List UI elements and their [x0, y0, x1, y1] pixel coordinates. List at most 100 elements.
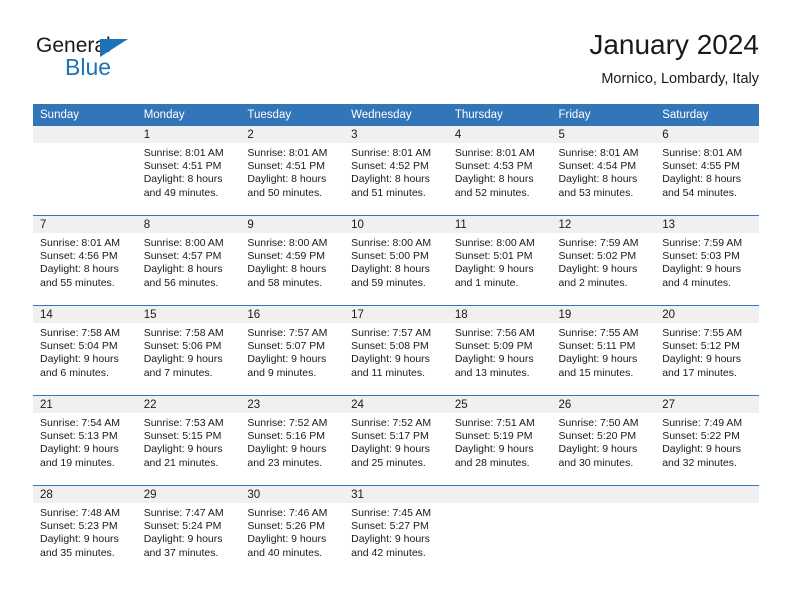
day-detail-sunset: Sunset: 5:04 PM	[40, 340, 118, 353]
day-detail-daylight-1: Daylight: 8 hours	[351, 173, 430, 186]
day-detail-sunset: Sunset: 5:09 PM	[454, 340, 533, 353]
calendar-day-cell[interactable]: 30 Sunrise: 7:46 AM Sunset: 5:26 PM Dayligh…	[240, 485, 345, 575]
day-detail-daylight-2: and 21 minutes.	[143, 456, 219, 469]
day-detail-daylight-1: Daylight: 9 hours	[247, 353, 327, 366]
calendar-day-cell[interactable]: 3 Sunrise: 8:01 AM Sunset: 4:52 PM Daylight…	[344, 126, 448, 216]
day-detail-daylight-2: and 19 minutes.	[40, 456, 115, 469]
calendar-day-cell[interactable]: 18 Sunrise: 7:56 AM Sunset: 5:09 PM Dayligh…	[447, 305, 552, 396]
calendar-day-cell[interactable]: 13 Sunrise: 7:59 AM Sunset: 5:03 PM Dayligh…	[655, 215, 759, 306]
day-detail-daylight-2: and 9 minutes.	[247, 366, 317, 379]
general-blue-logo[interactable]: General Blue	[36, 34, 236, 90]
day-cell-inner: 2 Sunrise: 8:01 AM Sunset: 4:51 PM Daylight…	[240, 126, 345, 215]
calendar-day-cell[interactable]: 11 Sunrise: 8:00 AM Sunset: 5:01 PM Dayligh…	[447, 215, 552, 306]
calendar-day-cell[interactable]: 12 Sunrise: 7:59 AM Sunset: 5:02 PM Dayligh…	[551, 215, 656, 306]
calendar-day-cell[interactable]: 7 Sunrise: 8:01 AM Sunset: 4:56 PM Daylight…	[33, 215, 137, 306]
calendar-day-cell[interactable]: 24 Sunrise: 7:52 AM Sunset: 5:17 PM Dayligh…	[344, 395, 448, 486]
calendar-day-cell[interactable]: 2 Sunrise: 8:01 AM Sunset: 4:51 PM Daylight…	[240, 126, 345, 216]
day-number	[447, 486, 552, 503]
day-number: 23	[240, 396, 345, 413]
day-cell-inner: 10 Sunrise: 8:00 AM Sunset: 5:00 PM Dayligh…	[344, 216, 448, 305]
day-detail-daylight-1: Daylight: 9 hours	[40, 443, 119, 456]
day-number	[655, 486, 759, 503]
calendar-day-cell[interactable]: 22 Sunrise: 7:53 AM Sunset: 5:15 PM Dayligh…	[136, 395, 241, 486]
calendar-day-cell[interactable]: 6 Sunrise: 8:01 AM Sunset: 4:55 PM Daylight…	[655, 126, 759, 216]
title-block: January 2024 Mornico, Lombardy, Italy	[589, 28, 759, 90]
day-cell-inner: 16 Sunrise: 7:57 AM Sunset: 5:07 PM Dayligh…	[240, 306, 345, 395]
calendar-day-cell[interactable]: 15 Sunrise: 7:58 AM Sunset: 5:06 PM Dayligh…	[136, 305, 241, 396]
calendar-day-cell[interactable]: 5 Sunrise: 8:01 AM Sunset: 4:54 PM Daylight…	[551, 126, 656, 216]
day-cell-inner: 9 Sunrise: 8:00 AM Sunset: 4:59 PM Daylight…	[240, 216, 345, 305]
day-detail-sunrise: Sunrise: 8:00 AM	[143, 237, 224, 249]
day-cell-inner: 29 Sunrise: 7:47 AM Sunset: 5:24 PM Dayligh…	[136, 486, 241, 575]
day-detail-sunrise: Sunrise: 7:52 AM	[247, 417, 328, 429]
calendar-day-cell[interactable]: 16 Sunrise: 7:57 AM Sunset: 5:07 PM Dayligh…	[240, 305, 345, 396]
day-detail-sunset: Sunset: 5:02 PM	[558, 250, 637, 263]
calendar-day-cell[interactable]: 28 Sunrise: 7:48 AM Sunset: 5:23 PM Dayligh…	[33, 485, 137, 575]
weekday-header-wednesday: Wednesday	[344, 104, 448, 126]
day-details: Sunrise: 7:51 AM Sunset: 5:19 PM Daylight:…	[448, 413, 552, 470]
calendar-day-cell[interactable]: 19 Sunrise: 7:55 AM Sunset: 5:11 PM Dayligh…	[551, 305, 656, 396]
day-cell-inner: 27 Sunrise: 7:49 AM Sunset: 5:22 PM Dayligh…	[655, 396, 759, 485]
day-cell-inner: 21 Sunrise: 7:54 AM Sunset: 5:13 PM Dayligh…	[33, 396, 137, 485]
day-number: 25	[447, 396, 552, 413]
day-detail-sunset: Sunset: 5:17 PM	[351, 430, 429, 443]
day-details: Sunrise: 7:59 AM Sunset: 5:03 PM Daylight:…	[655, 233, 759, 290]
day-detail-sunrise: Sunrise: 8:01 AM	[247, 147, 328, 159]
day-details: Sunrise: 8:01 AM Sunset: 4:52 PM Daylight:…	[344, 143, 448, 200]
page-header: General Blue January 2024 Mornico, Lomba…	[33, 28, 759, 96]
day-detail-sunrise: Sunrise: 8:01 AM	[351, 147, 432, 159]
day-cell-inner: 18 Sunrise: 7:56 AM Sunset: 5:09 PM Dayligh…	[447, 306, 552, 395]
day-detail-daylight-2: and 37 minutes.	[143, 546, 219, 559]
calendar-day-cell[interactable]: 8 Sunrise: 8:00 AM Sunset: 4:57 PM Daylight…	[136, 215, 241, 306]
day-detail-sunrise: Sunrise: 7:48 AM	[40, 507, 120, 519]
day-cell-inner: 26 Sunrise: 7:50 AM Sunset: 5:20 PM Dayligh…	[551, 396, 656, 485]
day-number: 22	[136, 396, 241, 413]
day-detail-sunrise: Sunrise: 8:00 AM	[351, 237, 432, 249]
calendar-day-cell[interactable]: 14 Sunrise: 7:58 AM Sunset: 5:04 PM Dayligh…	[33, 305, 137, 396]
day-details: Sunrise: 7:49 AM Sunset: 5:22 PM Daylight:…	[655, 413, 759, 470]
day-number: 1	[136, 126, 241, 143]
day-number: 6	[655, 126, 759, 143]
day-detail-daylight-2: and 40 minutes.	[247, 546, 323, 559]
calendar-day-cell[interactable]: 21 Sunrise: 7:54 AM Sunset: 5:13 PM Dayligh…	[33, 395, 137, 486]
day-detail-daylight-1: Daylight: 9 hours	[558, 353, 638, 366]
calendar-day-cell[interactable]: 23 Sunrise: 7:52 AM Sunset: 5:16 PM Dayligh…	[240, 395, 345, 486]
calendar-day-cell[interactable]: 26 Sunrise: 7:50 AM Sunset: 5:20 PM Dayligh…	[551, 395, 656, 486]
day-number: 31	[344, 486, 448, 503]
day-number: 5	[551, 126, 656, 143]
day-detail-sunset: Sunset: 5:06 PM	[143, 340, 222, 353]
day-details: Sunrise: 8:01 AM Sunset: 4:55 PM Daylight:…	[655, 143, 759, 200]
day-detail-sunrise: Sunrise: 7:53 AM	[143, 417, 224, 429]
day-cell-inner	[33, 126, 137, 215]
day-detail-sunrise: Sunrise: 8:00 AM	[247, 237, 328, 249]
day-details: Sunrise: 8:01 AM Sunset: 4:51 PM Daylight:…	[137, 143, 241, 200]
day-detail-daylight-1: Daylight: 9 hours	[454, 353, 534, 366]
calendar-day-cell[interactable]: 10 Sunrise: 8:00 AM Sunset: 5:00 PM Dayligh…	[344, 215, 448, 306]
calendar-day-cell[interactable]: 31 Sunrise: 7:45 AM Sunset: 5:27 PM Dayligh…	[344, 485, 448, 575]
calendar-day-cell[interactable]: 4 Sunrise: 8:01 AM Sunset: 4:53 PM Daylight…	[447, 126, 552, 216]
calendar-page: General Blue January 2024 Mornico, Lomba…	[0, 0, 792, 612]
calendar-day-cell[interactable]: 20 Sunrise: 7:55 AM Sunset: 5:12 PM Dayligh…	[655, 305, 759, 396]
calendar-day-cell[interactable]: 1 Sunrise: 8:01 AM Sunset: 4:51 PM Daylight…	[136, 126, 241, 216]
calendar-day-cell[interactable]: 9 Sunrise: 8:00 AM Sunset: 4:59 PM Daylight…	[240, 215, 345, 306]
day-details: Sunrise: 7:59 AM Sunset: 5:02 PM Daylight:…	[552, 233, 656, 290]
calendar-day-cell[interactable]: 17 Sunrise: 7:57 AM Sunset: 5:08 PM Dayligh…	[344, 305, 448, 396]
day-detail-sunset: Sunset: 5:16 PM	[247, 430, 326, 443]
weekday-header-thursday: Thursday	[447, 104, 552, 126]
day-cell-inner: 3 Sunrise: 8:01 AM Sunset: 4:52 PM Daylight…	[344, 126, 448, 215]
day-number: 28	[33, 486, 137, 503]
calendar-day-cell[interactable]: 25 Sunrise: 7:51 AM Sunset: 5:19 PM Dayligh…	[447, 395, 552, 486]
day-detail-daylight-1: Daylight: 9 hours	[351, 533, 430, 546]
day-detail-sunset: Sunset: 5:00 PM	[351, 250, 429, 263]
day-number: 12	[551, 216, 656, 233]
calendar-day-cell[interactable]: 29 Sunrise: 7:47 AM Sunset: 5:24 PM Dayligh…	[136, 485, 241, 575]
day-detail-sunset: Sunset: 5:12 PM	[662, 340, 740, 353]
calendar-day-cell[interactable]: 27 Sunrise: 7:49 AM Sunset: 5:22 PM Dayligh…	[655, 395, 759, 486]
day-details: Sunrise: 7:52 AM Sunset: 5:16 PM Daylight:…	[240, 413, 344, 470]
calendar-cell-empty	[33, 126, 137, 216]
day-detail-sunrise: Sunrise: 8:01 AM	[662, 147, 743, 159]
day-cell-inner	[447, 486, 552, 575]
day-detail-sunrise: Sunrise: 7:47 AM	[143, 507, 224, 519]
day-detail-daylight-1: Daylight: 8 hours	[40, 263, 119, 276]
day-details: Sunrise: 8:01 AM Sunset: 4:54 PM Daylight:…	[552, 143, 656, 200]
